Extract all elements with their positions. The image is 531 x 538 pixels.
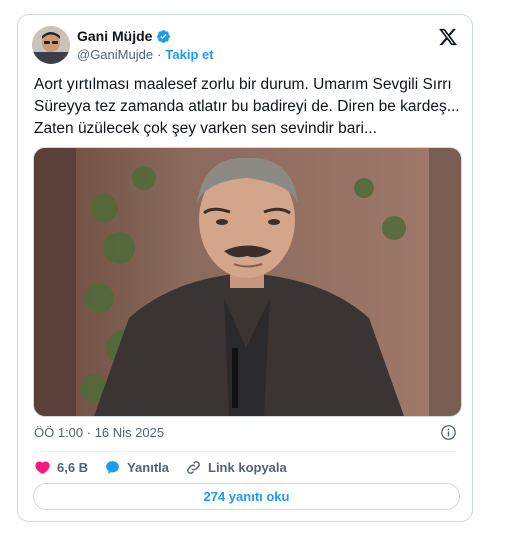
divider: [34, 451, 456, 452]
avatar[interactable]: [32, 26, 70, 64]
reply-label: Yanıtla: [127, 460, 169, 475]
likes-count: 6,6 B: [57, 460, 89, 475]
link-icon: [187, 461, 200, 474]
info-icon[interactable]: [440, 424, 457, 441]
author-handle[interactable]: @GaniMujde: [77, 47, 153, 62]
copy-link-label: Link kopyala: [208, 460, 287, 475]
author-handle-row: @GaniMujde · Takip et: [77, 47, 214, 62]
tweet-card: Gani Müjde @GaniMujde · Takip et Aort yı…: [17, 14, 473, 522]
copy-link-button[interactable]: Link kopyala: [185, 459, 287, 476]
heart-icon: [35, 461, 50, 474]
reply-bubble-icon: [106, 461, 119, 474]
reply-button[interactable]: Yanıtla: [104, 459, 169, 476]
author-display-name[interactable]: Gani Müjde: [77, 28, 152, 44]
read-replies-button[interactable]: 274 yanıtı oku: [33, 483, 460, 510]
author-name-row: Gani Müjde: [77, 28, 171, 44]
tweet-text: Aort yırtılması maalesef zorlu bir durum…: [34, 76, 460, 137]
separator-dot: ·: [157, 47, 162, 62]
tweet-timestamp[interactable]: ÖÖ 1:00 · 16 Nis 2025: [34, 425, 164, 440]
x-logo-icon[interactable]: [438, 27, 458, 47]
tweet-actions: 6,6 B Yanıtla Link kopyala: [34, 459, 303, 476]
like-button[interactable]: 6,6 B: [34, 459, 88, 476]
verified-badge-icon: [157, 29, 171, 43]
tweet-photo[interactable]: [33, 147, 462, 417]
follow-button[interactable]: Takip et: [165, 47, 213, 62]
